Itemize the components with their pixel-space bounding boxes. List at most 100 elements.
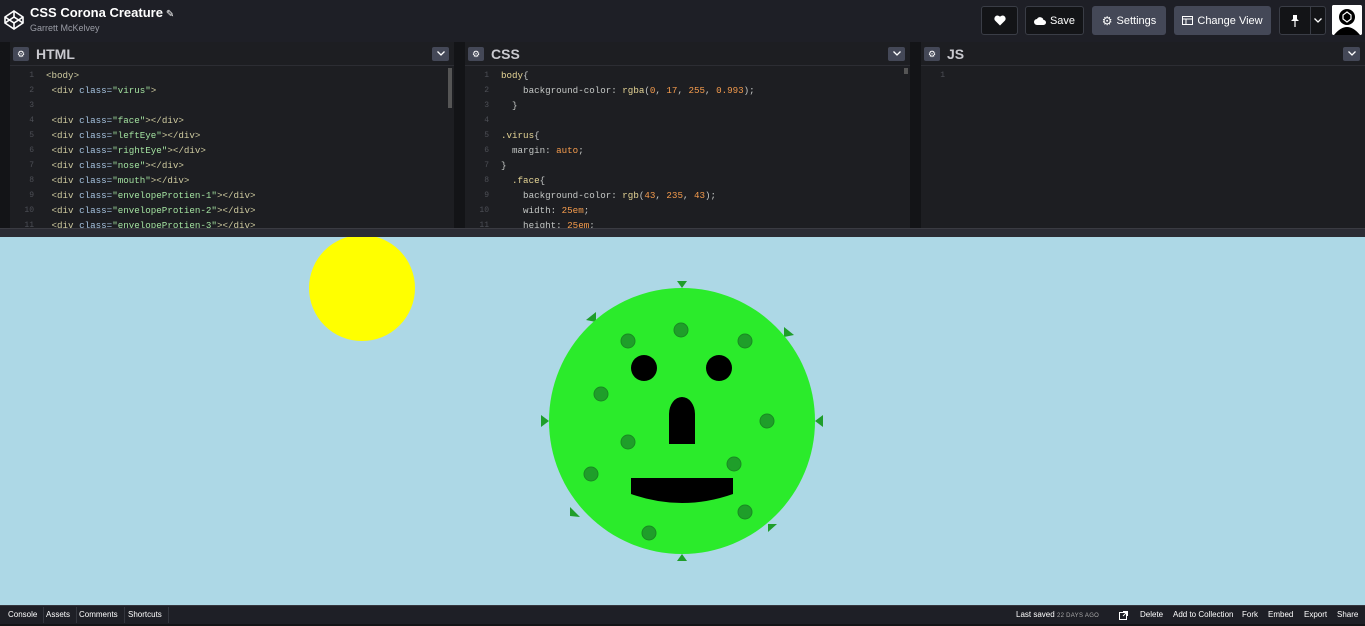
code-line[interactable]: 11 height: 25em;: [465, 218, 910, 228]
code-token: 43: [694, 190, 706, 201]
fold-gutter: [493, 218, 501, 228]
js-editor-header: ⚙ JS: [921, 42, 1365, 66]
line-number: 10: [479, 206, 489, 215]
css-settings-gear-icon[interactable]: ⚙: [468, 47, 484, 61]
js-code-area[interactable]: 1: [921, 68, 1365, 228]
code-line[interactable]: 8 .face{: [465, 173, 910, 188]
heart-icon: [993, 15, 1006, 26]
line-number: 10: [24, 206, 34, 215]
pen-title[interactable]: CSS Corona Creature ✎: [30, 5, 174, 20]
add-to-collection-button[interactable]: Add to Collection: [1173, 607, 1233, 623]
code-line[interactable]: 4 <div class= "face" ></div>: [10, 113, 454, 128]
save-button[interactable]: Save: [1025, 6, 1084, 35]
fold-gutter: [493, 98, 501, 113]
pencil-icon[interactable]: ✎: [166, 9, 174, 20]
code-token: "face": [112, 115, 146, 126]
code-line[interactable]: 9 <div class= "envelopeProtien-1" ></div>: [10, 188, 454, 203]
console-button[interactable]: Console: [2, 607, 45, 623]
code-line[interactable]: 1 <body>: [10, 68, 454, 83]
open-external-icon[interactable]: [1119, 607, 1128, 623]
share-button[interactable]: Share: [1337, 607, 1358, 623]
code-token: ,: [682, 190, 694, 201]
export-button[interactable]: Export: [1304, 607, 1327, 623]
code-line[interactable]: 7 <div class= "nose" ></div>: [10, 158, 454, 173]
pin-icon: [1291, 14, 1299, 27]
fold-gutter: [493, 188, 501, 203]
codepen-logo-icon[interactable]: [4, 10, 24, 30]
preview-pane[interactable]: [0, 237, 1365, 605]
delete-button[interactable]: Delete: [1140, 607, 1163, 623]
line-number: 2: [484, 86, 489, 95]
fold-gutter: [493, 83, 501, 98]
js-settings-gear-icon[interactable]: ⚙: [924, 47, 940, 61]
code-token: .virus: [501, 130, 535, 141]
code-line[interactable]: 10 width: 25em;: [465, 203, 910, 218]
code-token: class=: [73, 205, 113, 216]
code-line[interactable]: 6 margin: auto;: [465, 143, 910, 158]
css-code-area[interactable]: 1 body{2 background-color: rgba(0, 17, 25…: [465, 68, 910, 228]
code-line[interactable]: 4: [465, 113, 910, 128]
pin-button[interactable]: [1279, 6, 1311, 35]
code-line[interactable]: 11 <div class= "envelopeProtien-3" ></div>: [10, 218, 454, 228]
code-line[interactable]: 8 <div class= "mouth" ></div>: [10, 173, 454, 188]
code-line[interactable]: 2 background-color: rgba(0, 17, 255, 0.9…: [465, 83, 910, 98]
code-line[interactable]: 5 <div class= "leftEye" ></div>: [10, 128, 454, 143]
code-token: {: [534, 130, 540, 141]
line-number: 8: [484, 176, 489, 185]
code-line[interactable]: 9 background-color: rgb(43, 235, 43);: [465, 188, 910, 203]
pin-dropdown-button[interactable]: [1310, 6, 1326, 35]
html-editor[interactable]: ⚙ HTML 1 <body> 2 <div class= "virus" >3 4 <d…: [10, 42, 454, 228]
code-token: height:: [501, 220, 568, 228]
chevron-down-icon: [892, 51, 901, 56]
code-token: );: [743, 85, 755, 96]
line-number: 7: [29, 161, 34, 170]
code-token: class=: [73, 115, 113, 126]
code-line[interactable]: 2 <div class= "virus" >: [10, 83, 454, 98]
code-line[interactable]: 3 }: [465, 98, 910, 113]
html-scrollbar[interactable]: [448, 68, 452, 108]
code-line[interactable]: 3: [10, 98, 454, 113]
avatar[interactable]: [1332, 5, 1362, 35]
code-token: "envelopeProtien-2": [112, 205, 217, 216]
css-scrollbar[interactable]: [904, 68, 908, 74]
fork-button[interactable]: Fork: [1242, 607, 1258, 623]
resize-handle[interactable]: [0, 228, 1365, 237]
fold-gutter: [38, 83, 46, 98]
css-editor-dropdown[interactable]: [888, 47, 905, 61]
comments-button[interactable]: Comments: [73, 607, 125, 623]
code-token: }: [501, 160, 507, 171]
code-line[interactable]: 6 <div class= "rightEye" ></div>: [10, 143, 454, 158]
css-editor[interactable]: ⚙ CSS 1 body{2 background-color: rgba(0, …: [465, 42, 910, 228]
settings-button[interactable]: ⚙ Settings: [1092, 6, 1166, 35]
js-editor[interactable]: ⚙ JS 1: [921, 42, 1365, 228]
change-view-button[interactable]: Change View: [1174, 6, 1271, 35]
code-token: background-color:: [501, 190, 623, 201]
fold-gutter: [38, 218, 46, 228]
code-token: ,: [655, 190, 667, 201]
html-settings-gear-icon[interactable]: ⚙: [13, 47, 29, 61]
code-token: width:: [501, 205, 562, 216]
fold-gutter: [38, 98, 46, 113]
code-line[interactable]: 7}: [465, 158, 910, 173]
code-token: 25em: [567, 220, 590, 228]
code-line[interactable]: 1 body{: [465, 68, 910, 83]
like-button[interactable]: [981, 6, 1018, 35]
code-token: ></div>: [150, 175, 190, 186]
code-line[interactable]: 10 <div class= "envelopeProtien-2" ></div>: [10, 203, 454, 218]
code-line[interactable]: 1: [921, 68, 1365, 83]
gear-icon: ⚙: [1101, 13, 1113, 28]
pen-author[interactable]: Garrett McKelvey: [30, 23, 100, 33]
fold-gutter: [493, 203, 501, 218]
embed-button[interactable]: Embed: [1268, 607, 1293, 623]
fold-gutter: [38, 203, 46, 218]
js-editor-dropdown[interactable]: [1343, 47, 1360, 61]
html-code-area[interactable]: 1 <body> 2 <div class= "virus" >3 4 <div clas…: [10, 68, 454, 228]
assets-button[interactable]: Assets: [40, 607, 78, 623]
code-line[interactable]: 5 .virus{: [465, 128, 910, 143]
save-label: Save: [1049, 14, 1076, 27]
line-number: 6: [484, 146, 489, 155]
shortcuts-button[interactable]: Shortcuts: [122, 607, 169, 623]
line-number: 9: [29, 191, 34, 200]
html-editor-dropdown[interactable]: [432, 47, 449, 61]
code-token: ></div>: [161, 130, 201, 141]
